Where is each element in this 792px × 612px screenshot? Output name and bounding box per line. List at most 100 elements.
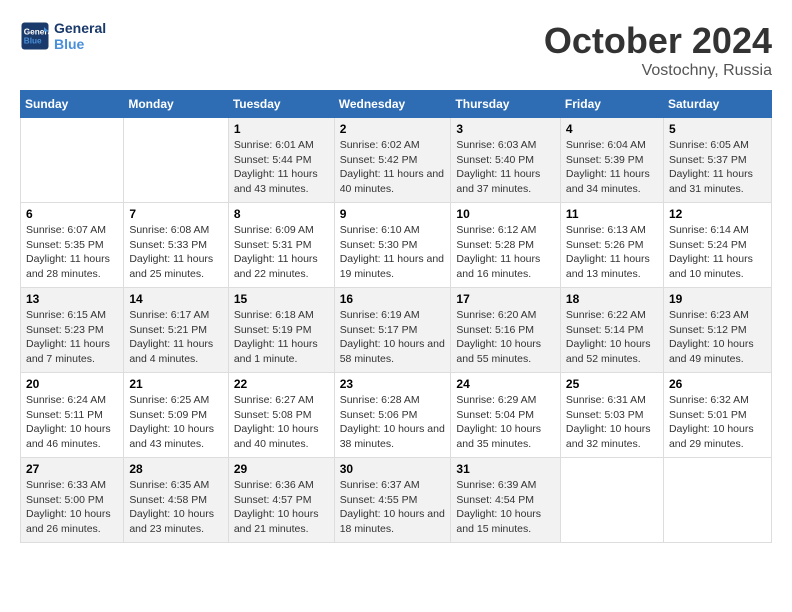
header-thursday: Thursday [451, 91, 561, 118]
day-number: 23 [340, 377, 446, 391]
day-info: Sunrise: 6:37 AMSunset: 4:55 PMDaylight:… [340, 478, 446, 537]
day-info: Sunrise: 6:31 AMSunset: 5:03 PMDaylight:… [566, 393, 658, 452]
day-number: 8 [234, 207, 329, 221]
day-number: 14 [129, 292, 222, 306]
header-friday: Friday [560, 91, 663, 118]
day-info: Sunrise: 6:24 AMSunset: 5:11 PMDaylight:… [26, 393, 118, 452]
day-number: 13 [26, 292, 118, 306]
calendar-week-row: 27Sunrise: 6:33 AMSunset: 5:00 PMDayligh… [21, 458, 772, 543]
svg-text:Blue: Blue [24, 37, 42, 46]
calendar-cell: 10Sunrise: 6:12 AMSunset: 5:28 PMDayligh… [451, 203, 561, 288]
calendar-cell: 8 Sunrise: 6:09 AMSunset: 5:31 PMDaylight… [228, 203, 334, 288]
calendar-cell: 30Sunrise: 6:37 AMSunset: 4:55 PMDayligh… [334, 458, 451, 543]
calendar-week-row: 6 Sunrise: 6:07 AMSunset: 5:35 PMDaylight… [21, 203, 772, 288]
calendar-cell: 1 Sunrise: 6:01 AMSunset: 5:44 PMDaylight… [228, 118, 334, 203]
calendar-cell: 20 Sunrise: 6:24 AMSunset: 5:11 PMDayligh… [21, 373, 124, 458]
calendar-cell: 29Sunrise: 6:36 AMSunset: 4:57 PMDayligh… [228, 458, 334, 543]
day-number: 3 [456, 122, 555, 136]
day-number: 12 [669, 207, 766, 221]
day-info: Sunrise: 6:33 AMSunset: 5:00 PMDaylight:… [26, 478, 118, 537]
day-number: 5 [669, 122, 766, 136]
day-number: 11 [566, 207, 658, 221]
day-info: Sunrise: 6:14 AMSunset: 5:24 PMDaylight:… [669, 223, 766, 282]
day-info: Sunrise: 6:25 AMSunset: 5:09 PMDaylight:… [129, 393, 222, 452]
title-area: October 2024 Vostochny, Russia [544, 20, 772, 80]
page-header: General Blue General Blue October 2024 V… [20, 20, 772, 80]
day-info: Sunrise: 6:09 AMSunset: 5:31 PMDaylight:… [234, 223, 329, 282]
calendar-cell: 21Sunrise: 6:25 AMSunset: 5:09 PMDayligh… [124, 373, 228, 458]
calendar-cell: 7 Sunrise: 6:08 AMSunset: 5:33 PMDaylight… [124, 203, 228, 288]
day-info: Sunrise: 6:17 AMSunset: 5:21 PMDaylight:… [129, 308, 222, 367]
calendar-cell: 16 Sunrise: 6:19 AMSunset: 5:17 PMDayligh… [334, 288, 451, 373]
day-info: Sunrise: 6:19 AMSunset: 5:17 PMDaylight:… [340, 308, 446, 367]
calendar-cell: 12 Sunrise: 6:14 AMSunset: 5:24 PMDayligh… [663, 203, 771, 288]
day-number: 20 [26, 377, 118, 391]
calendar-cell: 26Sunrise: 6:32 AMSunset: 5:01 PMDayligh… [663, 373, 771, 458]
day-number: 6 [26, 207, 118, 221]
svg-text:General: General [24, 28, 50, 37]
day-number: 16 [340, 292, 446, 306]
calendar-cell: 31 Sunrise: 6:39 AMSunset: 4:54 PMDayligh… [451, 458, 561, 543]
day-info: Sunrise: 6:10 AMSunset: 5:30 PMDaylight:… [340, 223, 446, 282]
day-info: Sunrise: 6:01 AMSunset: 5:44 PMDaylight:… [234, 138, 329, 197]
day-info: Sunrise: 6:05 AMSunset: 5:37 PMDaylight:… [669, 138, 766, 197]
calendar-cell: 4Sunrise: 6:04 AMSunset: 5:39 PMDaylight… [560, 118, 663, 203]
calendar-week-row: 13 Sunrise: 6:15 AMSunset: 5:23 PMDayligh… [21, 288, 772, 373]
day-number: 7 [129, 207, 222, 221]
calendar-cell [663, 458, 771, 543]
header-wednesday: Wednesday [334, 91, 451, 118]
header-monday: Monday [124, 91, 228, 118]
day-info: Sunrise: 6:18 AMSunset: 5:19 PMDaylight:… [234, 308, 329, 367]
day-number: 15 [234, 292, 329, 306]
day-number: 24 [456, 377, 555, 391]
day-info: Sunrise: 6:07 AMSunset: 5:35 PMDaylight:… [26, 223, 118, 282]
calendar-cell: 14 Sunrise: 6:17 AMSunset: 5:21 PMDayligh… [124, 288, 228, 373]
days-header-row: SundayMondayTuesdayWednesdayThursdayFrid… [21, 91, 772, 118]
calendar-cell [124, 118, 228, 203]
logo-icon: General Blue [20, 21, 50, 51]
day-number: 10 [456, 207, 555, 221]
calendar-week-row: 1 Sunrise: 6:01 AMSunset: 5:44 PMDaylight… [21, 118, 772, 203]
calendar-cell: 17Sunrise: 6:20 AMSunset: 5:16 PMDayligh… [451, 288, 561, 373]
calendar-cell: 25 Sunrise: 6:31 AMSunset: 5:03 PMDayligh… [560, 373, 663, 458]
header-tuesday: Tuesday [228, 91, 334, 118]
calendar-cell: 5 Sunrise: 6:05 AMSunset: 5:37 PMDaylight… [663, 118, 771, 203]
day-number: 4 [566, 122, 658, 136]
day-info: Sunrise: 6:03 AMSunset: 5:40 PMDaylight:… [456, 138, 555, 197]
day-number: 2 [340, 122, 446, 136]
calendar-cell: 9 Sunrise: 6:10 AMSunset: 5:30 PMDaylight… [334, 203, 451, 288]
day-number: 28 [129, 462, 222, 476]
calendar-cell [21, 118, 124, 203]
logo-line1: General [54, 20, 106, 36]
day-number: 9 [340, 207, 446, 221]
calendar-cell: 15 Sunrise: 6:18 AMSunset: 5:19 PMDayligh… [228, 288, 334, 373]
day-info: Sunrise: 6:28 AMSunset: 5:06 PMDaylight:… [340, 393, 446, 452]
calendar-cell [560, 458, 663, 543]
calendar-cell: 18Sunrise: 6:22 AMSunset: 5:14 PMDayligh… [560, 288, 663, 373]
day-number: 25 [566, 377, 658, 391]
calendar-cell: 13 Sunrise: 6:15 AMSunset: 5:23 PMDayligh… [21, 288, 124, 373]
calendar-cell: 27Sunrise: 6:33 AMSunset: 5:00 PMDayligh… [21, 458, 124, 543]
day-info: Sunrise: 6:15 AMSunset: 5:23 PMDaylight:… [26, 308, 118, 367]
day-info: Sunrise: 6:08 AMSunset: 5:33 PMDaylight:… [129, 223, 222, 282]
day-info: Sunrise: 6:13 AMSunset: 5:26 PMDaylight:… [566, 223, 658, 282]
day-info: Sunrise: 6:39 AMSunset: 4:54 PMDaylight:… [456, 478, 555, 537]
logo-line2: Blue [54, 36, 106, 52]
day-number: 1 [234, 122, 329, 136]
header-sunday: Sunday [21, 91, 124, 118]
day-info: Sunrise: 6:23 AMSunset: 5:12 PMDaylight:… [669, 308, 766, 367]
calendar-cell: 6 Sunrise: 6:07 AMSunset: 5:35 PMDaylight… [21, 203, 124, 288]
day-info: Sunrise: 6:27 AMSunset: 5:08 PMDaylight:… [234, 393, 329, 452]
location-title: Vostochny, Russia [544, 62, 772, 80]
calendar-cell: 24Sunrise: 6:29 AMSunset: 5:04 PMDayligh… [451, 373, 561, 458]
day-info: Sunrise: 6:02 AMSunset: 5:42 PMDaylight:… [340, 138, 446, 197]
calendar-cell: 19Sunrise: 6:23 AMSunset: 5:12 PMDayligh… [663, 288, 771, 373]
calendar-cell: 11 Sunrise: 6:13 AMSunset: 5:26 PMDayligh… [560, 203, 663, 288]
day-info: Sunrise: 6:20 AMSunset: 5:16 PMDaylight:… [456, 308, 555, 367]
day-info: Sunrise: 6:36 AMSunset: 4:57 PMDaylight:… [234, 478, 329, 537]
calendar-table: SundayMondayTuesdayWednesdayThursdayFrid… [20, 90, 772, 543]
calendar-cell: 2 Sunrise: 6:02 AMSunset: 5:42 PMDaylight… [334, 118, 451, 203]
calendar-cell: 3 Sunrise: 6:03 AMSunset: 5:40 PMDaylight… [451, 118, 561, 203]
day-number: 31 [456, 462, 555, 476]
day-info: Sunrise: 6:35 AMSunset: 4:58 PMDaylight:… [129, 478, 222, 537]
